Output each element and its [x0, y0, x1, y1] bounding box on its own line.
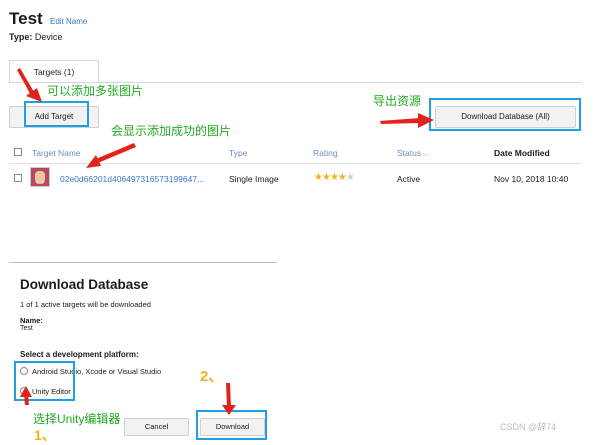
arrow-head-icon [222, 405, 236, 415]
arrow-icon [226, 383, 231, 407]
arrow-icon [17, 68, 34, 94]
annotation-arrows [17, 68, 434, 415]
arrow-icon [380, 118, 421, 124]
arrow-head-icon [86, 155, 101, 168]
arrow-head-icon [20, 386, 32, 397]
arrow-head-icon [418, 113, 434, 128]
